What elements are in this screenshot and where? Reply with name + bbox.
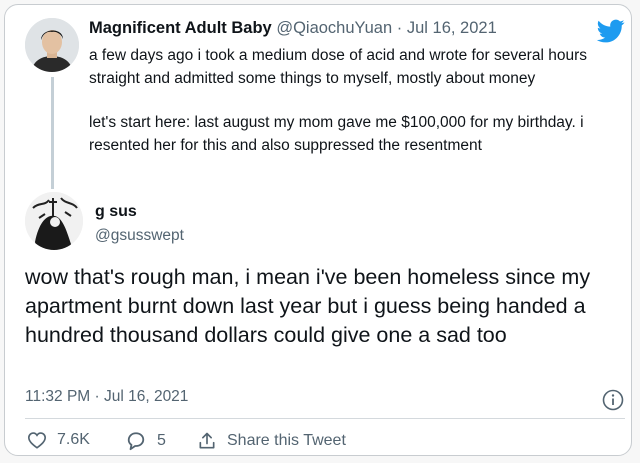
header-separator: · — [396, 19, 403, 37]
reply-author-avatar[interactable] — [25, 192, 83, 250]
like-count: 7.6K — [57, 431, 90, 448]
quoted-tweet-text: a few days ago i took a medium dose of a… — [89, 45, 619, 157]
reply-icon — [127, 432, 145, 451]
quoted-text-paragraph-2: let's start here: last august my mom gav… — [89, 114, 584, 154]
share-button[interactable]: Share this Tweet — [197, 431, 346, 451]
tweet-card: Magnificent Adult Baby @QiaochuYuan · Ju… — [4, 4, 632, 456]
share-label: Share this Tweet — [227, 432, 346, 449]
reply-timestamp[interactable]: 11:32 PM · Jul 16, 2021 — [25, 388, 188, 406]
quoted-tweet-date[interactable]: Jul 16, 2021 — [407, 19, 497, 37]
reply-button[interactable]: 5 — [125, 431, 166, 451]
info-icon[interactable] — [602, 389, 624, 411]
reply-tweet-text: wow that's rough man, i mean i've been h… — [25, 265, 591, 347]
reply-author-handle[interactable]: @gsusswept — [95, 227, 184, 245]
quoted-tweet-header: Magnificent Adult Baby @QiaochuYuan · Ju… — [89, 19, 497, 38]
actions-divider — [25, 418, 625, 419]
share-icon — [199, 432, 215, 449]
twitter-bird-icon[interactable] — [595, 17, 627, 45]
reply-author-name[interactable]: g sus — [95, 203, 137, 221]
reply-count: 5 — [157, 432, 166, 449]
quoted-author-name[interactable]: Magnificent Adult Baby — [89, 19, 272, 37]
thread-connector-line — [51, 77, 54, 189]
quoted-author-avatar[interactable] — [25, 18, 79, 72]
quoted-author-handle[interactable]: @QiaochuYuan — [276, 19, 392, 37]
quoted-text-paragraph-1: a few days ago i took a medium dose of a… — [89, 47, 587, 87]
heart-icon — [27, 432, 47, 449]
like-button[interactable]: 7.6K — [27, 431, 90, 449]
